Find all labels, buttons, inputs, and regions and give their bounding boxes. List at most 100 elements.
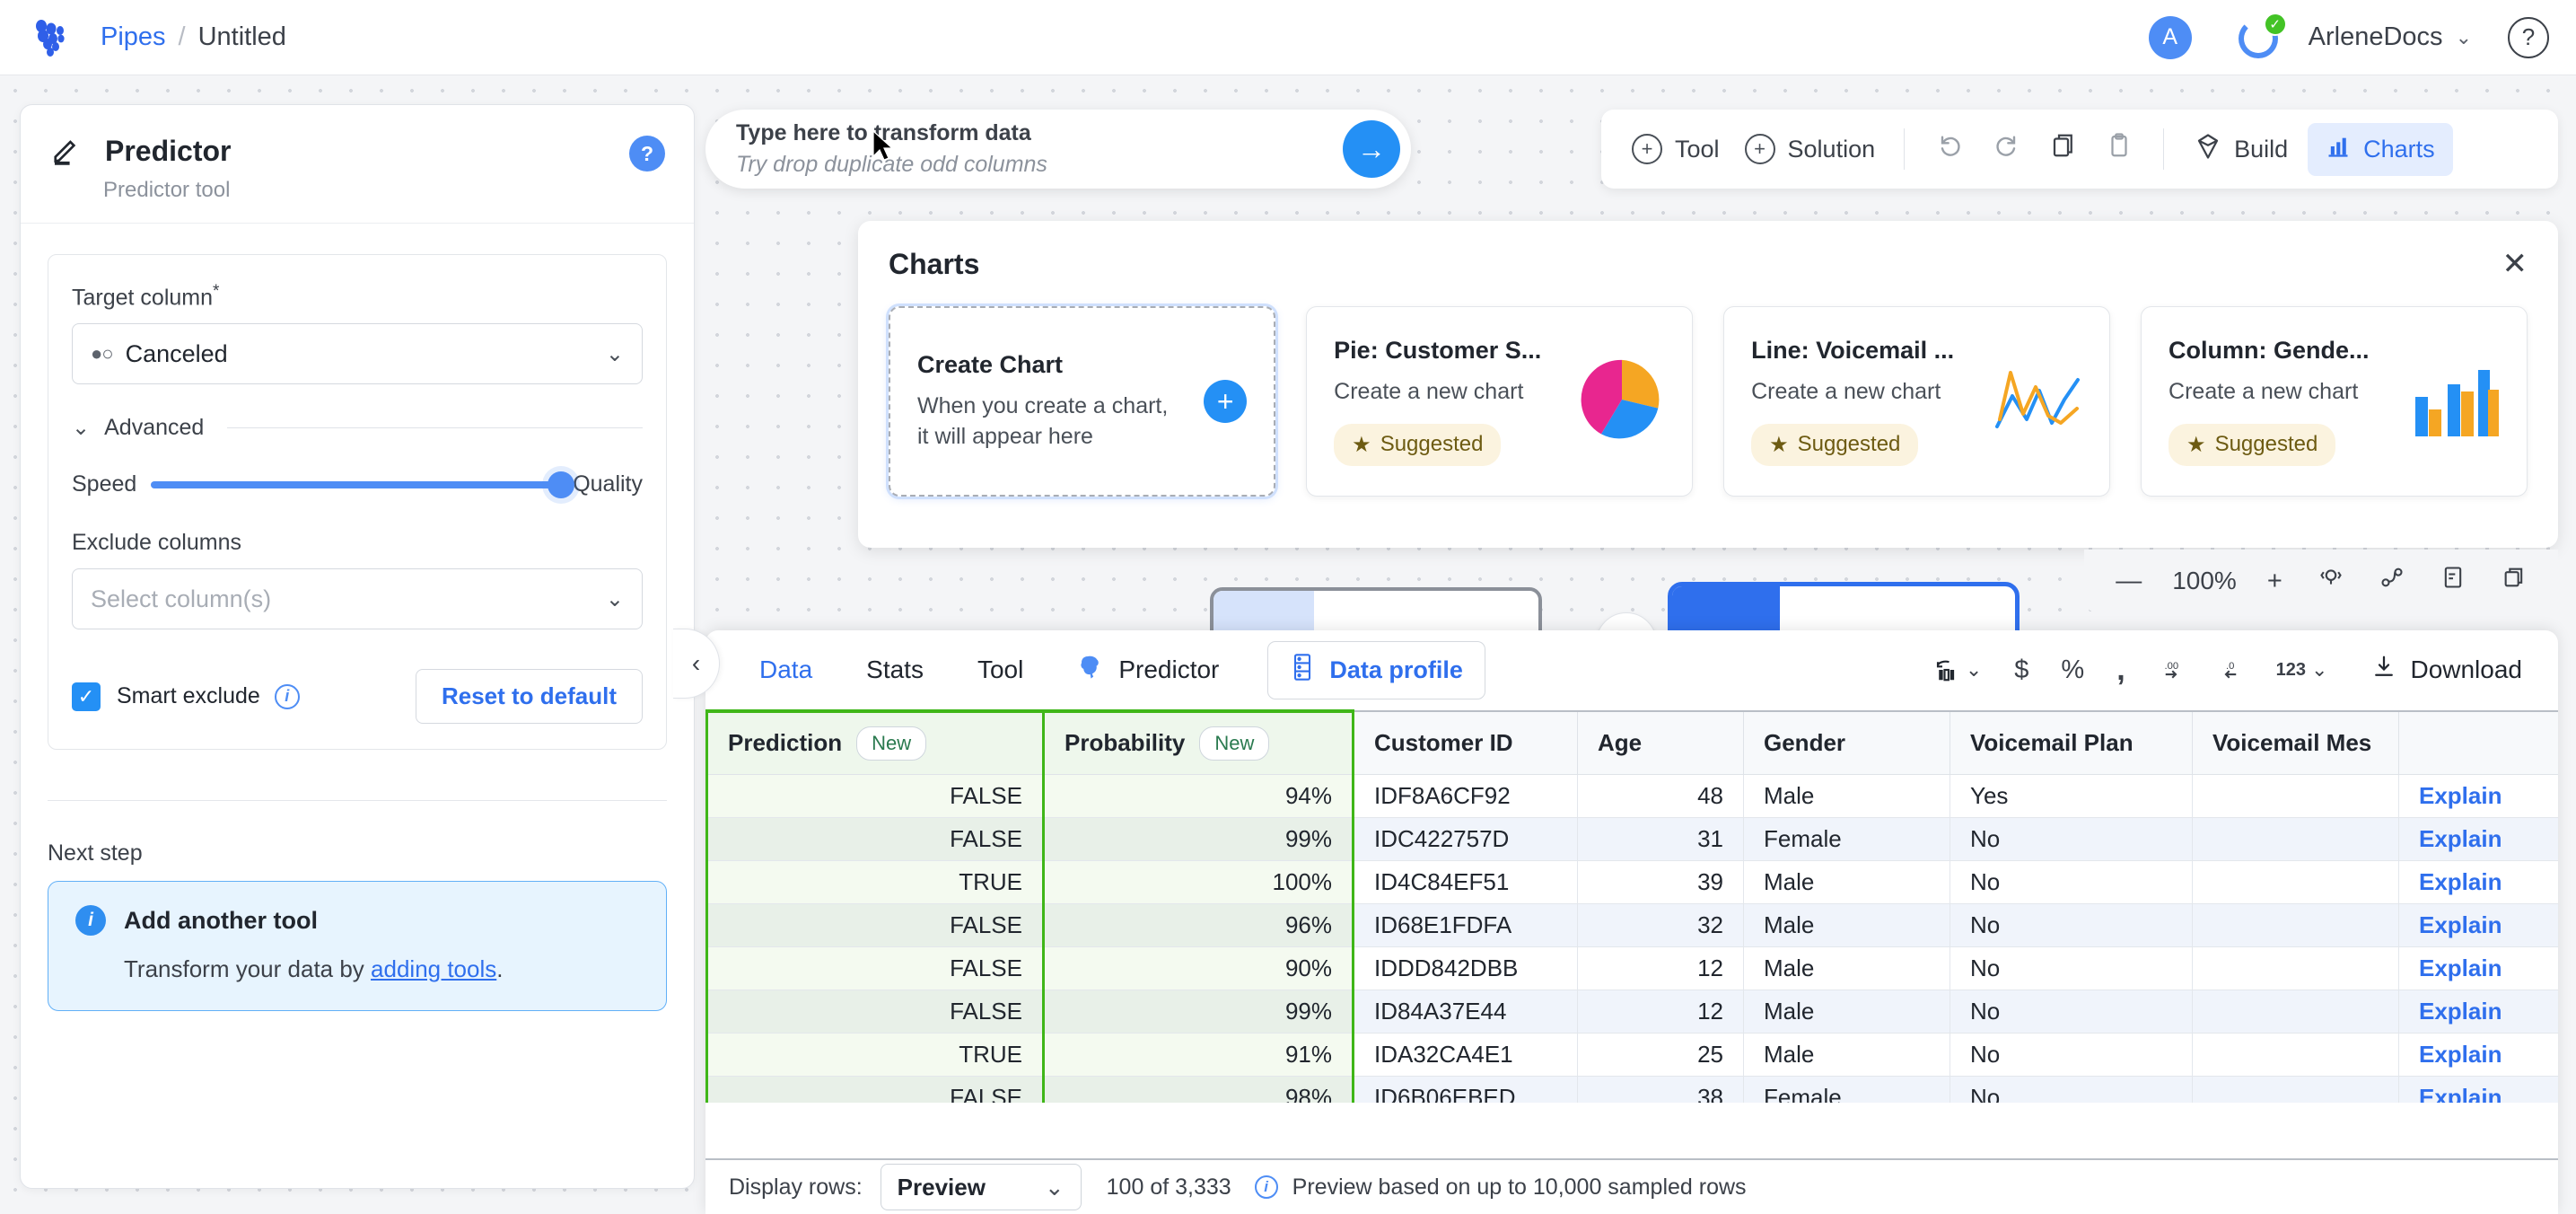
help-icon[interactable]: ? [2508, 16, 2549, 58]
table-row[interactable]: FALSE 99% ID84A37E44 12 Male No Explain [705, 989, 2558, 1034]
decrease-decimal-icon[interactable]: .0 [2201, 656, 2260, 683]
tab-charts[interactable]: Charts [2308, 122, 2453, 176]
column-header-age[interactable]: Age [1577, 710, 1744, 775]
zoom-out-button[interactable]: — [2098, 567, 2160, 596]
column-header-prediction[interactable]: Prediction New [705, 709, 1045, 775]
cell-explain[interactable]: Explain [2398, 773, 2558, 818]
paste-icon[interactable] [2091, 132, 2147, 166]
column-header-label: Probability [1065, 729, 1186, 757]
target-column-label-text: Target column [72, 285, 214, 311]
tab-data[interactable]: Data [732, 655, 839, 684]
cell-explain[interactable]: Explain [2398, 1032, 2558, 1077]
exclude-columns-placeholder: Select column(s) [91, 585, 272, 612]
panel-help-icon[interactable]: ? [629, 136, 665, 172]
suggested-chart-card-column[interactable]: Column: Gende... Create a new chart ★ Su… [2141, 306, 2528, 497]
explain-link[interactable]: Explain [2419, 954, 2502, 981]
cell-voicemail-plan: No [1950, 989, 2193, 1034]
comma-icon[interactable]: , [2100, 653, 2141, 688]
duplicate-icon[interactable] [2484, 565, 2545, 597]
table-row[interactable]: FALSE 90% IDDD842DBB 12 Male No Explain [705, 946, 2558, 990]
column-header-voicemail-messages[interactable]: Voicemail Mes [2192, 710, 2399, 775]
fit-view-icon[interactable] [2300, 565, 2361, 597]
tab-tool[interactable]: Tool [951, 655, 1050, 684]
cell-explain[interactable]: Explain [2398, 859, 2558, 904]
download-label: Download [2410, 655, 2522, 683]
reset-to-default-button[interactable]: Reset to default [415, 669, 643, 725]
cell-customer-id: ID6B06EBED [1353, 1075, 1578, 1103]
breadcrumb-pipes-link[interactable]: Pipes [101, 22, 166, 52]
chevron-down-icon: ⌄ [72, 416, 91, 441]
column-format-icon[interactable]: ⌄ [1917, 656, 1998, 683]
zoom-in-button[interactable]: + [2249, 567, 2300, 596]
suggested-chart-card-pie[interactable]: Pie: Customer S... Create a new chart ★ … [1306, 306, 1694, 497]
cell-explain[interactable]: Explain [2398, 902, 2558, 947]
explain-link[interactable]: Explain [2419, 1084, 2502, 1104]
arrow-right-icon[interactable]: → [1343, 120, 1400, 178]
grapes-logo-icon[interactable] [27, 13, 77, 63]
close-icon[interactable]: ✕ [2502, 246, 2528, 282]
chevron-down-icon[interactable]: ⌄ [2456, 26, 2472, 49]
add-tool-button[interactable]: + Tool [1619, 134, 1732, 164]
table-row[interactable]: FALSE 99% IDC422757D 31 Female No Explain [705, 816, 2558, 861]
explain-link[interactable]: Explain [2419, 825, 2502, 852]
info-icon[interactable]: i [1254, 1175, 1278, 1199]
speed-quality-slider[interactable]: Speed Quality [72, 471, 643, 498]
increase-decimal-icon[interactable]: .00 [2142, 656, 2201, 683]
tab-stats[interactable]: Stats [839, 655, 951, 684]
transform-input-bar[interactable]: Type here to transform data Try drop dup… [705, 110, 1411, 189]
breadcrumb-current-title[interactable]: Untitled [198, 22, 286, 52]
explain-link[interactable]: Explain [2419, 998, 2502, 1025]
table-row[interactable]: FALSE 94% IDF8A6CF92 48 Male Yes Explain [705, 773, 2558, 818]
cell-gender: Male [1743, 946, 1950, 990]
table-row[interactable]: FALSE 98% ID6B06EBED 38 Female No Explain [705, 1075, 2558, 1104]
cell-explain[interactable]: Explain [2398, 816, 2558, 861]
suggested-chart-card-line[interactable]: Line: Voicemail ... Create a new chart ★… [1723, 306, 2111, 497]
target-column-select[interactable]: ●○ Canceled ⌄ [72, 323, 643, 385]
panel-subtitle: Predictor tool [103, 178, 231, 202]
exclude-columns-select[interactable]: Select column(s) ⌄ [72, 568, 643, 630]
slider-knob[interactable] [548, 471, 575, 498]
data-table-scroll[interactable]: Prediction New Probability New Customer … [705, 709, 2558, 1103]
percent-icon[interactable]: % [2045, 655, 2100, 685]
data-table: Prediction New Probability New Customer … [705, 709, 2558, 1103]
explain-link[interactable]: Explain [2419, 782, 2502, 809]
avatar[interactable]: A [2148, 15, 2192, 59]
column-header-gender[interactable]: Gender [1743, 710, 1950, 775]
column-header-customer-id[interactable]: Customer ID [1353, 710, 1578, 775]
org-name[interactable]: ArleneDocs [2309, 22, 2443, 52]
auto-layout-icon[interactable] [2361, 565, 2423, 597]
create-chart-card[interactable]: Create Chart When you create a chart, it… [889, 306, 1276, 497]
next-step-card[interactable]: i Add another tool Transform your data b… [48, 881, 667, 1012]
cell-voicemail-messages [2192, 816, 2399, 861]
adding-tools-link[interactable]: adding tools [371, 955, 496, 982]
cell-explain[interactable]: Explain [2398, 989, 2558, 1034]
table-row[interactable]: TRUE 100% ID4C84EF51 39 Male No Explain [705, 859, 2558, 904]
data-profile-button[interactable]: Data profile [1267, 640, 1485, 699]
download-button[interactable]: Download [2344, 654, 2531, 687]
notes-icon[interactable] [2423, 565, 2484, 597]
tab-build[interactable]: Build [2180, 133, 2302, 166]
smart-exclude-checkbox[interactable]: ✓ [72, 682, 101, 711]
column-header-voicemail-plan[interactable]: Voicemail Plan [1950, 710, 2193, 775]
advanced-section-toggle[interactable]: ⌄ Advanced [72, 415, 643, 441]
slider-track[interactable] [151, 471, 575, 498]
explain-link[interactable]: Explain [2419, 868, 2502, 895]
copy-icon[interactable] [2036, 132, 2091, 166]
redo-icon[interactable] [1978, 131, 2036, 167]
add-solution-button[interactable]: + Solution [1732, 134, 1888, 164]
explain-link[interactable]: Explain [2419, 1041, 2502, 1068]
column-header-probability[interactable]: Probability New [1042, 709, 1354, 775]
cell-explain[interactable]: Explain [2398, 1075, 2558, 1104]
currency-icon[interactable]: $ [1998, 655, 2045, 685]
undo-icon[interactable] [1921, 131, 1978, 167]
display-rows-select[interactable]: Preview ⌄ [880, 1164, 1082, 1210]
plus-circle-icon[interactable]: + [1204, 380, 1248, 423]
cell-explain[interactable]: Explain [2398, 946, 2558, 990]
table-row[interactable]: FALSE 96% ID68E1FDFA 32 Male No Explain [705, 902, 2558, 947]
number-format-icon[interactable]: 123 ⌄ [2260, 658, 2344, 682]
table-row[interactable]: TRUE 91% IDA32CA4E1 25 Male No Explain [705, 1032, 2558, 1077]
explain-link[interactable]: Explain [2419, 911, 2502, 938]
tab-predictor[interactable]: Predictor [1050, 653, 1246, 688]
info-icon[interactable]: i [274, 683, 300, 709]
sync-status-indicator[interactable]: ✓ [2238, 12, 2287, 61]
